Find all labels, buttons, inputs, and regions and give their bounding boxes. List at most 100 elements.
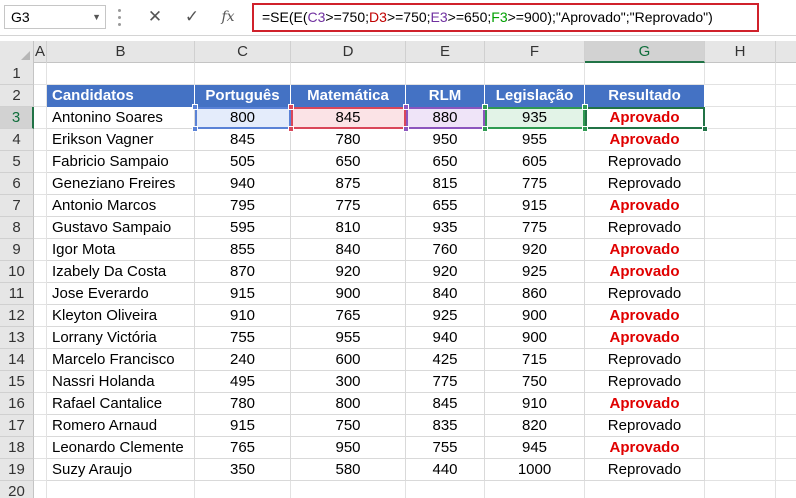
score-cell[interactable]: 915	[195, 415, 291, 437]
result-cell[interactable]: Reprovado	[585, 173, 705, 195]
score-cell[interactable]: 820	[485, 415, 585, 437]
select-all-button[interactable]	[0, 41, 34, 63]
reference-handle[interactable]	[582, 104, 588, 110]
row-header-1[interactable]: 1	[0, 63, 34, 85]
score-cell[interactable]: 580	[291, 459, 406, 481]
score-cell[interactable]: 860	[485, 283, 585, 305]
score-cell[interactable]: 650	[406, 151, 485, 173]
score-cell[interactable]: 775	[485, 217, 585, 239]
score-cell[interactable]: 765	[195, 437, 291, 459]
score-cell[interactable]: 920	[485, 239, 585, 261]
score-cell[interactable]: 775	[291, 195, 406, 217]
row-header-8[interactable]: 8	[0, 217, 34, 239]
result-cell[interactable]: Reprovado	[585, 459, 705, 481]
candidate-name[interactable]: Kleyton Oliveira	[47, 305, 195, 327]
result-cell[interactable]: Aprovado	[585, 393, 705, 415]
score-cell[interactable]: 505	[195, 151, 291, 173]
reference-handle[interactable]	[288, 104, 294, 110]
score-cell[interactable]: 940	[195, 173, 291, 195]
row-header-7[interactable]: 7	[0, 195, 34, 217]
score-cell[interactable]: 950	[291, 437, 406, 459]
candidate-name[interactable]: Antonio Marcos	[47, 195, 195, 217]
score-cell[interactable]: 845	[291, 107, 406, 129]
reference-handle[interactable]	[192, 126, 198, 132]
column-header-e[interactable]: E	[406, 41, 485, 63]
row-header-5[interactable]: 5	[0, 151, 34, 173]
row-header-13[interactable]: 13	[0, 327, 34, 349]
score-cell[interactable]: 750	[291, 415, 406, 437]
score-cell[interactable]: 350	[195, 459, 291, 481]
reference-handle[interactable]	[288, 126, 294, 132]
candidate-name[interactable]: Gustavo Sampaio	[47, 217, 195, 239]
score-cell[interactable]: 920	[406, 261, 485, 283]
score-cell[interactable]: 650	[291, 151, 406, 173]
score-cell[interactable]: 870	[195, 261, 291, 283]
score-cell[interactable]: 855	[195, 239, 291, 261]
score-cell[interactable]: 715	[485, 349, 585, 371]
result-cell[interactable]: Reprovado	[585, 349, 705, 371]
column-header-b[interactable]: B	[47, 41, 195, 63]
score-cell[interactable]: 880	[406, 107, 485, 129]
result-cell[interactable]: Aprovado	[585, 261, 705, 283]
reference-handle[interactable]	[403, 126, 409, 132]
reference-handle[interactable]	[482, 126, 488, 132]
column-header-c[interactable]: C	[195, 41, 291, 63]
score-cell[interactable]: 845	[406, 393, 485, 415]
score-cell[interactable]: 300	[291, 371, 406, 393]
header-legislacao[interactable]: Legislação	[485, 85, 585, 107]
score-cell[interactable]: 900	[485, 327, 585, 349]
result-cell[interactable]: Reprovado	[585, 371, 705, 393]
candidate-name[interactable]: Leonardo Clemente	[47, 437, 195, 459]
score-cell[interactable]: 655	[406, 195, 485, 217]
candidate-name[interactable]: Antonino Soares	[47, 107, 195, 129]
column-header-f[interactable]: F	[485, 41, 585, 63]
header-matematica[interactable]: Matemática	[291, 85, 406, 107]
score-cell[interactable]: 900	[291, 283, 406, 305]
score-cell[interactable]: 920	[291, 261, 406, 283]
score-cell[interactable]: 750	[485, 371, 585, 393]
score-cell[interactable]: 755	[195, 327, 291, 349]
score-cell[interactable]: 440	[406, 459, 485, 481]
result-cell[interactable]: Aprovado	[585, 107, 705, 129]
candidate-name[interactable]: Nassri Holanda	[47, 371, 195, 393]
row-header-14[interactable]: 14	[0, 349, 34, 371]
score-cell[interactable]: 775	[406, 371, 485, 393]
score-cell[interactable]: 815	[406, 173, 485, 195]
score-cell[interactable]: 955	[485, 129, 585, 151]
row-header-11[interactable]: 11	[0, 283, 34, 305]
reference-handle[interactable]	[482, 104, 488, 110]
row-header-20[interactable]: 20	[0, 481, 34, 498]
row-header-18[interactable]: 18	[0, 437, 34, 459]
header-rlm[interactable]: RLM	[406, 85, 485, 107]
score-cell[interactable]: 800	[195, 107, 291, 129]
score-cell[interactable]: 835	[406, 415, 485, 437]
more-options-icon[interactable]	[118, 9, 122, 27]
score-cell[interactable]: 800	[291, 393, 406, 415]
column-header-h[interactable]: H	[705, 41, 776, 63]
score-cell[interactable]: 875	[291, 173, 406, 195]
result-cell[interactable]: Reprovado	[585, 415, 705, 437]
candidate-name[interactable]: Marcelo Francisco	[47, 349, 195, 371]
candidate-name[interactable]: Lorrany Victória	[47, 327, 195, 349]
row-header-3[interactable]: 3	[0, 107, 34, 129]
row-header-4[interactable]: 4	[0, 129, 34, 151]
result-cell[interactable]: Aprovado	[585, 305, 705, 327]
candidate-name[interactable]: Romero Arnaud	[47, 415, 195, 437]
candidate-name[interactable]: Jose Everardo	[47, 283, 195, 305]
score-cell[interactable]: 935	[485, 107, 585, 129]
score-cell[interactable]: 1000	[485, 459, 585, 481]
row-header-6[interactable]: 6	[0, 173, 34, 195]
fill-handle[interactable]	[702, 126, 708, 132]
score-cell[interactable]: 775	[485, 173, 585, 195]
candidate-name[interactable]: Izabely Da Costa	[47, 261, 195, 283]
reference-handle[interactable]	[403, 104, 409, 110]
score-cell[interactable]: 765	[291, 305, 406, 327]
insert-function-icon[interactable]: fx	[215, 6, 241, 28]
result-cell[interactable]: Aprovado	[585, 239, 705, 261]
score-cell[interactable]: 760	[406, 239, 485, 261]
score-cell[interactable]: 910	[485, 393, 585, 415]
score-cell[interactable]: 595	[195, 217, 291, 239]
row-header-12[interactable]: 12	[0, 305, 34, 327]
row-header-19[interactable]: 19	[0, 459, 34, 481]
candidate-name[interactable]: Geneziano Freires	[47, 173, 195, 195]
